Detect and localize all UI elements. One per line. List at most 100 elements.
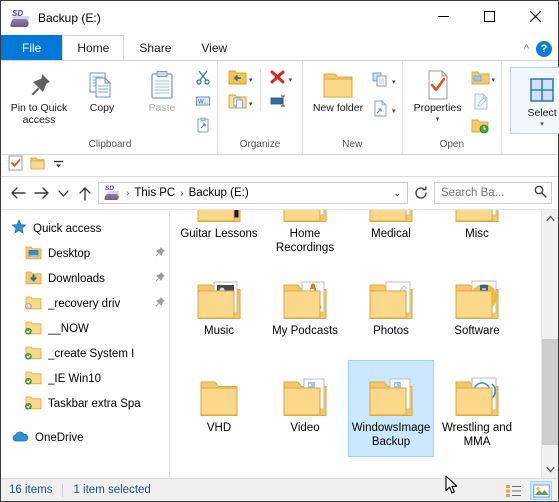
sd-card-drive-icon-small: SD (104, 185, 121, 201)
svg-text:W...: W... (198, 100, 209, 106)
select-button[interactable]: Select ▾ (513, 70, 559, 131)
file-item-label: My Podcasts (272, 325, 338, 337)
paste-shortcut-button[interactable] (193, 117, 213, 138)
nav-item-onedrive[interactable]: OneDrive (1, 425, 169, 450)
nav-label: Desktop (48, 247, 91, 260)
rename-button[interactable] (266, 93, 295, 114)
copy-button[interactable]: Copy (73, 65, 131, 114)
status-selection: 1 item selected (73, 484, 151, 496)
copy-icon (87, 68, 117, 102)
open-button[interactable]: ▾ (469, 69, 498, 90)
pin-icon[interactable] (154, 246, 169, 261)
new-item-caret-icon[interactable]: ▾ (392, 78, 396, 86)
file-item-medical[interactable]: Medical (348, 210, 434, 263)
new-item-button[interactable]: ▾ (369, 71, 398, 92)
tab-file[interactable]: File (1, 35, 63, 60)
move-to-caret-icon[interactable]: ▾ (249, 76, 253, 84)
search-icon[interactable] (534, 185, 547, 201)
file-item-wrestling-and-mma[interactable]: Wrestling and MMA (434, 360, 520, 457)
refresh-button[interactable] (410, 182, 432, 204)
forward-button[interactable] (31, 182, 53, 204)
pin-to-quick-access-button[interactable]: Pin to Quick access (7, 65, 71, 126)
help-button[interactable]: ? (536, 41, 552, 57)
vertical-scrollbar[interactable] (541, 210, 558, 478)
tab-right-controls: ^ ? (524, 41, 552, 57)
file-item-home-recordings[interactable]: Home Recordings (262, 210, 348, 263)
breadcrumb-backup-drive[interactable]: Backup (E:) (189, 187, 249, 199)
file-item-photos[interactable]: Photos (348, 263, 434, 360)
recent-locations-button[interactable] (55, 182, 72, 204)
file-item-label: Medical (371, 228, 411, 240)
scrollbar-thumb[interactable] (542, 339, 558, 445)
file-item-label: Wrestling and MMA (441, 422, 513, 448)
breadcrumb-this-pc[interactable]: This PC (134, 187, 175, 199)
qat-new-folder-button[interactable] (30, 156, 45, 175)
properties-icon (423, 68, 453, 102)
file-item-my-podcasts[interactable]: My Podcasts (262, 263, 348, 360)
nav-item-taskbar-extra-space[interactable]: Taskbar extra Spa (1, 391, 169, 416)
properties-caret-icon[interactable]: ▾ (436, 114, 440, 126)
nav-item-create-system-image[interactable]: _create System I (1, 341, 169, 366)
file-list-view[interactable]: Guitar Lessons Home Recordings Medical M… (170, 210, 558, 478)
nav-item-desktop[interactable]: Desktop (1, 241, 169, 266)
copy-to-button[interactable]: ▾ (226, 93, 255, 114)
organize-col-2: ▾ (266, 65, 295, 114)
large-icons-view-button[interactable] (530, 481, 552, 500)
tab-share[interactable]: Share (124, 35, 186, 60)
file-item-windowsimagebackup[interactable]: WindowsImageBackup (348, 360, 434, 457)
address-field[interactable]: SD › This PC › Backup (E:) ⌄ (98, 182, 408, 204)
qat-customize-button[interactable] (52, 157, 65, 175)
back-button[interactable] (7, 182, 29, 204)
cut-button[interactable] (193, 69, 213, 90)
history-button[interactable] (469, 117, 498, 138)
easy-access-caret-icon[interactable]: ▾ (392, 107, 396, 115)
tab-home[interactable]: Home (62, 35, 125, 60)
navigation-pane[interactable]: Quick access Desktop Downloads _recovery… (1, 210, 169, 478)
ribbon: Pin to Quick access Copy Paste W... Clip… (1, 60, 559, 155)
details-view-button[interactable] (502, 481, 524, 500)
move-to-button[interactable]: ▾ (226, 69, 255, 90)
nav-item-quick-access[interactable]: Quick access (1, 216, 169, 241)
nav-item-recovery-drive[interactable]: _recovery driv (1, 291, 169, 316)
address-dropdown-icon[interactable]: ⌄ (393, 188, 403, 199)
rename-icon (268, 92, 287, 115)
pin-icon[interactable] (154, 271, 169, 286)
pin-icon[interactable] (154, 296, 169, 311)
file-item-misc[interactable]: Misc (434, 210, 520, 263)
file-item-vhd[interactable]: VHD (176, 360, 262, 457)
file-item-video[interactable]: Video (262, 360, 348, 457)
scroll-down-button[interactable] (542, 461, 558, 478)
organize-col-1: ▾ ▾ (226, 65, 255, 114)
ribbon-group-label-new: New (342, 139, 363, 150)
scroll-up-button[interactable] (542, 210, 558, 227)
nav-item-now[interactable]: __NOW (1, 316, 169, 341)
nav-item-downloads[interactable]: Downloads (1, 266, 169, 291)
file-item-label: Video (290, 422, 320, 434)
copy-path-button[interactable]: W... (193, 93, 213, 114)
select-caret-icon[interactable]: ▾ (540, 119, 544, 131)
maximize-button[interactable] (466, 1, 512, 31)
easy-access-button[interactable]: ▾ (369, 99, 398, 121)
delete-button[interactable]: ▾ (266, 69, 295, 90)
file-item-music[interactable]: Music (176, 263, 262, 360)
up-button[interactable] (74, 182, 96, 204)
nav-label: _recovery driv (48, 297, 121, 310)
tab-view[interactable]: View (186, 35, 242, 60)
edit-button[interactable] (469, 92, 498, 114)
delete-caret-icon[interactable]: ▾ (289, 76, 293, 84)
copy-to-caret-icon[interactable]: ▾ (249, 100, 253, 108)
paste-button[interactable]: Paste (133, 65, 191, 114)
qat-properties-button[interactable] (8, 155, 23, 176)
scrollbar-track[interactable] (542, 227, 558, 461)
minimize-button[interactable] (420, 1, 466, 31)
new-folder-button[interactable]: New folder (309, 65, 367, 114)
title-bar: SD Backup (E:) (1, 1, 558, 35)
close-button[interactable] (512, 1, 558, 31)
properties-button[interactable]: Properties ▾ (409, 65, 467, 126)
file-item-guitar-lessons[interactable]: Guitar Lessons (176, 210, 262, 263)
collapse-ribbon-icon[interactable]: ^ (524, 43, 529, 55)
nav-item-ie-win10[interactable]: _IE Win10 (1, 366, 169, 391)
file-item-software[interactable]: Software (434, 263, 520, 360)
search-box[interactable]: Search Ba... (434, 182, 552, 204)
open-caret-icon[interactable]: ▾ (492, 76, 496, 84)
